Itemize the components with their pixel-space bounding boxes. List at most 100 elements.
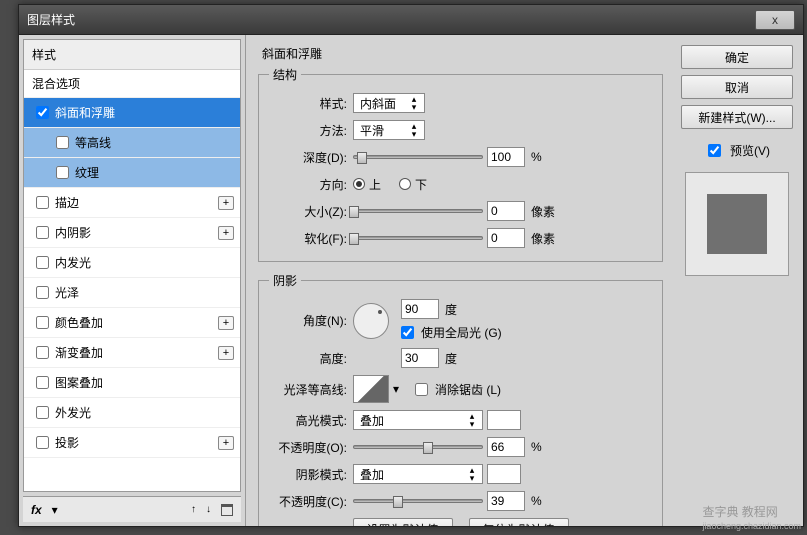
angle-input[interactable] — [401, 299, 439, 319]
depth-label: 深度(D): — [269, 149, 353, 166]
sidebar-item[interactable]: 图案叠加 — [24, 368, 240, 398]
effect-checkbox[interactable] — [36, 286, 49, 299]
sidebar-item[interactable]: 斜面和浮雕 — [24, 98, 240, 128]
window-title: 图层样式 — [27, 11, 755, 28]
sidebar-item-label: 纹理 — [75, 164, 234, 181]
layer-style-dialog: 图层样式 x 样式 混合选项 斜面和浮雕等高线纹理描边+内阴影+内发光光泽颜色叠… — [18, 4, 804, 527]
make-default-button[interactable]: 设置为默认值 — [353, 518, 453, 526]
sidebar-item-label: 内阴影 — [55, 224, 218, 241]
effect-checkbox[interactable] — [56, 136, 69, 149]
arrow-up-icon[interactable]: ↑ — [191, 504, 196, 515]
size-input[interactable] — [487, 201, 525, 221]
sidebar-item[interactable]: 内发光 — [24, 248, 240, 278]
center-title: 斜面和浮雕 — [258, 45, 663, 62]
effect-checkbox[interactable] — [36, 436, 49, 449]
style-select[interactable]: 内斜面▴▾ — [353, 93, 425, 113]
antialias-checkbox[interactable]: 消除锯齿 (L) — [411, 380, 501, 399]
shadow-opacity-input[interactable] — [487, 491, 525, 511]
shadow-color-swatch[interactable] — [487, 464, 521, 484]
preview-checkbox[interactable] — [708, 144, 721, 157]
styles-header[interactable]: 样式 — [24, 40, 240, 70]
highlight-opacity-label: 不透明度(O): — [269, 439, 353, 456]
plus-icon[interactable]: + — [218, 196, 234, 210]
soften-input[interactable] — [487, 228, 525, 248]
sidebar-item-blending[interactable]: 混合选项 — [24, 70, 240, 98]
preview-label: 预览(V) — [730, 142, 770, 159]
depth-slider[interactable] — [353, 155, 483, 159]
sidebar-item[interactable]: 投影+ — [24, 428, 240, 458]
shadow-opacity-label: 不透明度(C): — [269, 493, 353, 510]
soften-slider[interactable] — [353, 236, 483, 240]
sidebar-item[interactable]: 渐变叠加+ — [24, 338, 240, 368]
right-panel: 确定 取消 新建样式(W)... 预览(V) — [675, 35, 803, 526]
highlight-color-swatch[interactable] — [487, 410, 521, 430]
effect-checkbox[interactable] — [36, 226, 49, 239]
direction-up-radio[interactable]: 上 — [353, 176, 381, 193]
sidebar-item[interactable]: 纹理 — [24, 158, 240, 188]
plus-icon[interactable]: + — [218, 346, 234, 360]
highlight-opacity-input[interactable] — [487, 437, 525, 457]
direction-down-radio[interactable]: 下 — [399, 176, 427, 193]
effect-checkbox[interactable] — [36, 316, 49, 329]
effect-checkbox[interactable] — [36, 106, 49, 119]
sidebar-item[interactable]: 颜色叠加+ — [24, 308, 240, 338]
sidebar-item-label: 光泽 — [55, 284, 234, 301]
shadow-mode-select[interactable]: 叠加▴▾ — [353, 464, 483, 484]
new-style-button[interactable]: 新建样式(W)... — [681, 105, 793, 129]
size-label: 大小(Z): — [269, 203, 353, 220]
effect-checkbox[interactable] — [36, 406, 49, 419]
plus-icon[interactable]: + — [218, 316, 234, 330]
reset-default-button[interactable]: 复位为默认值 — [469, 518, 569, 526]
gloss-contour-picker[interactable] — [353, 375, 389, 403]
size-unit: 像素 — [531, 203, 555, 220]
sidebar-item[interactable]: 等高线 — [24, 128, 240, 158]
angle-wheel[interactable] — [353, 303, 389, 339]
highlight-mode-select[interactable]: 叠加▴▾ — [353, 410, 483, 430]
technique-select[interactable]: 平滑▴▾ — [353, 120, 425, 140]
gloss-contour-label: 光泽等高线: — [269, 381, 353, 398]
sidebar-item[interactable]: 描边+ — [24, 188, 240, 218]
preview-box — [685, 172, 789, 276]
shadow-mode-label: 阴影模式: — [269, 466, 353, 483]
sidebar-item-label: 斜面和浮雕 — [55, 104, 234, 121]
sidebar-item-label: 投影 — [55, 434, 218, 451]
angle-label: 角度(N): — [269, 312, 353, 329]
highlight-opacity-slider[interactable] — [353, 445, 483, 449]
center-panel: 斜面和浮雕 结构 样式: 内斜面▴▾ 方法: 平滑▴▾ 深度(D): — [246, 35, 675, 526]
trash-icon[interactable] — [221, 504, 233, 516]
effect-checkbox[interactable] — [36, 196, 49, 209]
sidebar-item-label: 渐变叠加 — [55, 344, 218, 361]
chevron-down-icon[interactable]: ▾ — [52, 503, 58, 517]
cancel-button[interactable]: 取消 — [681, 75, 793, 99]
close-button[interactable]: x — [755, 10, 795, 30]
altitude-input[interactable] — [401, 348, 439, 368]
sidebar-item[interactable]: 外发光 — [24, 398, 240, 428]
effect-checkbox[interactable] — [36, 376, 49, 389]
chevron-down-icon[interactable]: ▾ — [393, 382, 399, 396]
styles-list: 样式 混合选项 斜面和浮雕等高线纹理描边+内阴影+内发光光泽颜色叠加+渐变叠加+… — [23, 39, 241, 492]
sidebar-item[interactable]: 光泽 — [24, 278, 240, 308]
titlebar[interactable]: 图层样式 x — [19, 5, 803, 35]
effect-checkbox[interactable] — [36, 346, 49, 359]
effect-checkbox[interactable] — [56, 166, 69, 179]
shadow-opacity-slider[interactable] — [353, 499, 483, 503]
arrow-down-icon[interactable]: ↓ — [206, 504, 211, 515]
style-label: 样式: — [269, 95, 353, 112]
plus-icon[interactable]: + — [218, 226, 234, 240]
fx-icon[interactable]: fx — [31, 503, 42, 517]
altitude-label: 高度: — [269, 350, 353, 367]
sidebar-item[interactable]: 内阴影+ — [24, 218, 240, 248]
size-slider[interactable] — [353, 209, 483, 213]
soften-label: 软化(F): — [269, 230, 353, 247]
sidebar-item-label: 颜色叠加 — [55, 314, 218, 331]
global-light-checkbox[interactable]: 使用全局光 (G) — [397, 323, 502, 342]
sidebar-item-label: 外发光 — [55, 404, 234, 421]
effect-checkbox[interactable] — [36, 256, 49, 269]
plus-icon[interactable]: + — [218, 436, 234, 450]
shading-group: 阴影 角度(N): 度 使用全局光 (G) 高度: — [258, 272, 663, 526]
sidebar-footer: fx ▾ ↑ ↓ — [23, 496, 241, 522]
depth-input[interactable] — [487, 147, 525, 167]
sidebar-item-label: 描边 — [55, 194, 218, 211]
sidebar-item-label: 内发光 — [55, 254, 234, 271]
ok-button[interactable]: 确定 — [681, 45, 793, 69]
